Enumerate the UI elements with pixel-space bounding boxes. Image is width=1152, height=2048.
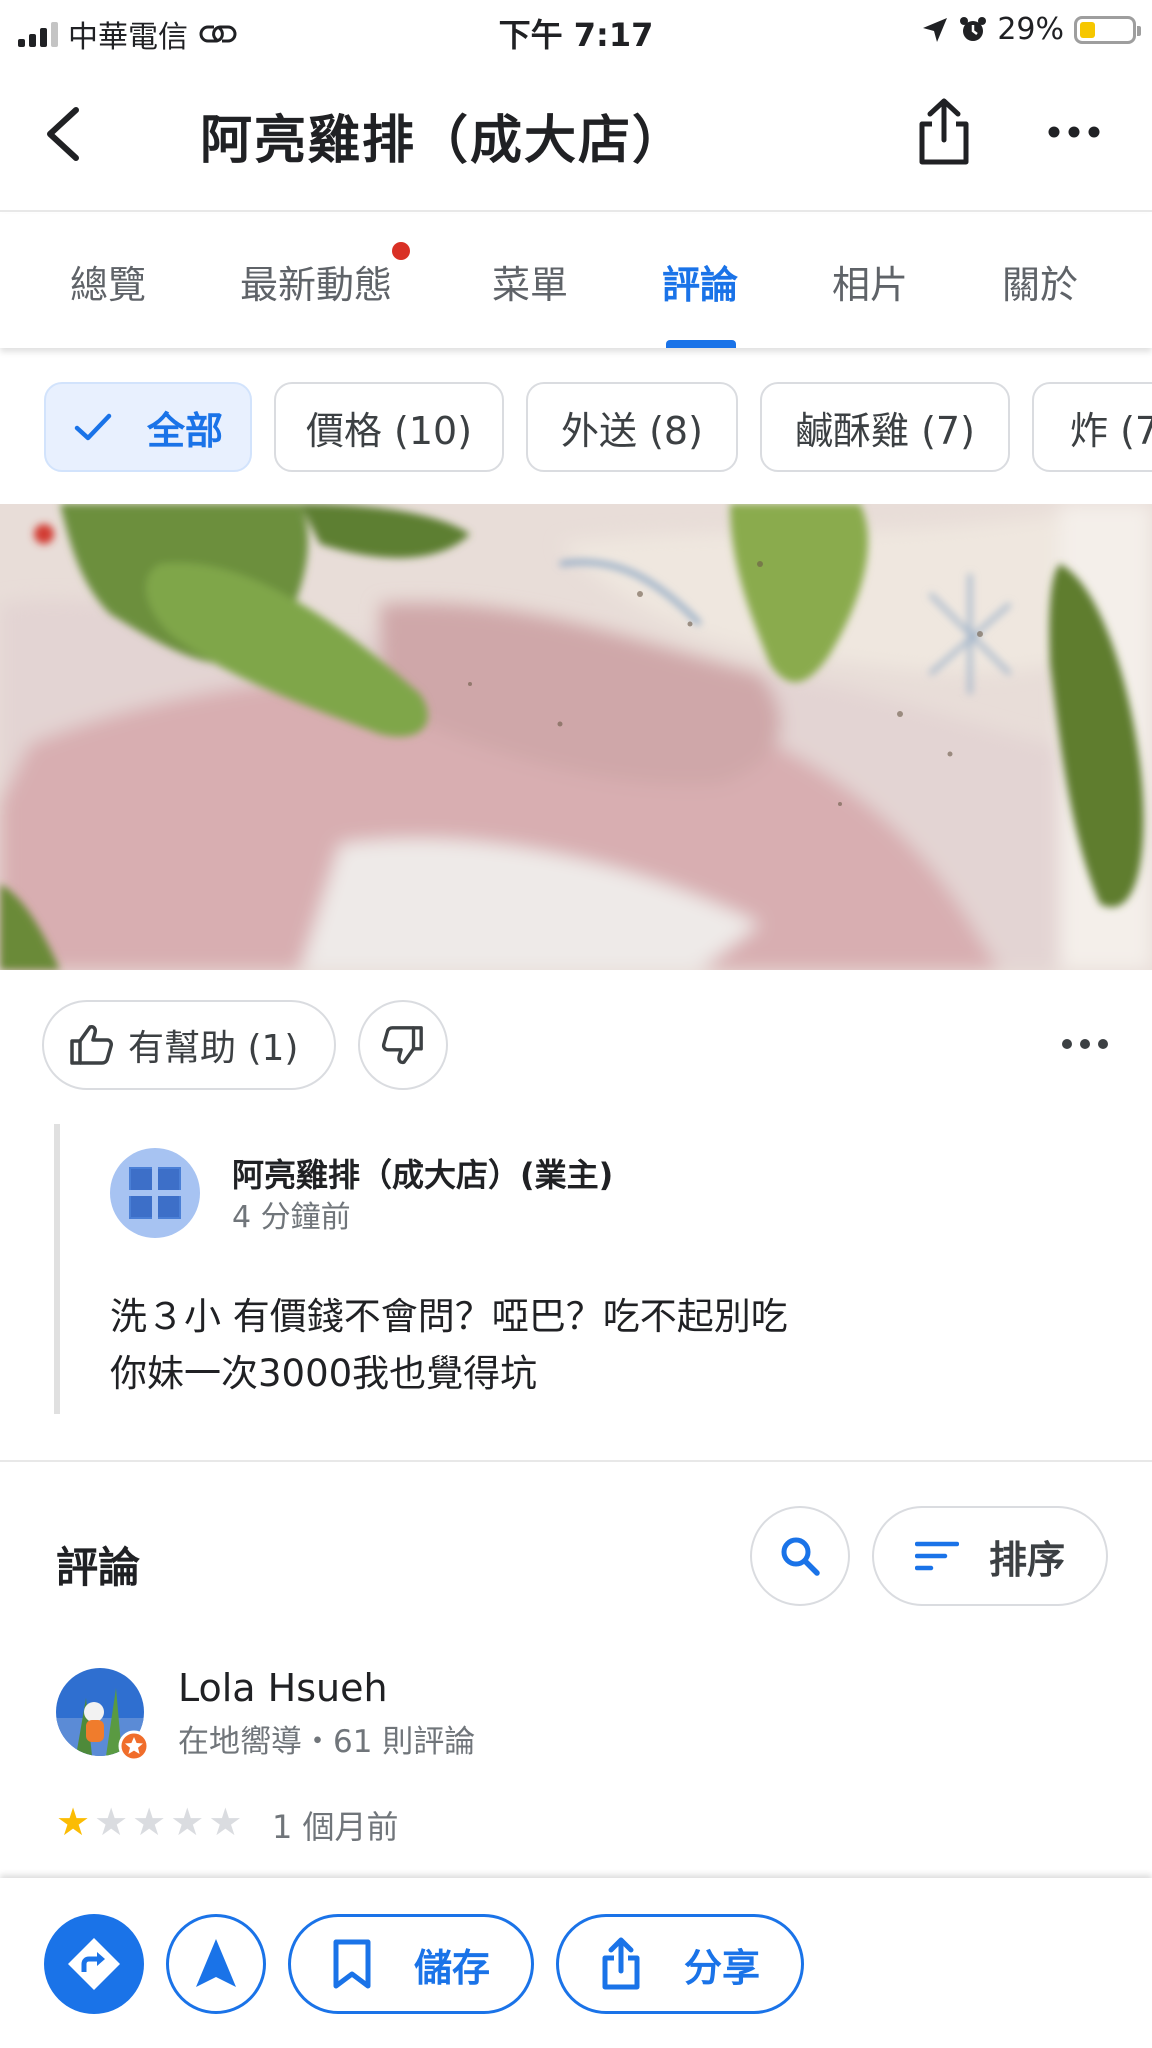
reviewer-avatar[interactable] xyxy=(56,1668,150,1762)
helpful-label: 有幫助 (1) xyxy=(128,1028,299,1069)
more-icon[interactable] xyxy=(1046,120,1102,144)
owner-reply-text: 洗３小 有價錢不會問？啞巴？吃不起別吃 你妹一次3000我也覺得坑 xyxy=(110,1288,788,1402)
share-icon[interactable] xyxy=(912,96,976,168)
chip-price[interactable]: 價格 (10) xyxy=(274,382,504,472)
owner-reply: 阿亮雞排（成大店）(業主) 4 分鐘前 洗３小 有價錢不會問？啞巴？吃不起別吃 … xyxy=(54,1124,1094,1414)
navigation-icon xyxy=(196,1939,236,1987)
battery-percent: 29% xyxy=(997,12,1064,47)
search-icon xyxy=(781,1537,820,1576)
bookmark-icon xyxy=(333,1939,371,1989)
review-more-icon[interactable] xyxy=(1060,1032,1110,1056)
save-button[interactable]: 儲存 xyxy=(288,1914,534,2014)
reviewer-name[interactable]: Lola Hsueh xyxy=(178,1666,388,1710)
thumbs-down-icon xyxy=(381,1026,423,1065)
share-icon xyxy=(602,1937,640,1990)
directions-button[interactable] xyxy=(44,1914,144,2014)
save-label: 儲存 xyxy=(413,1945,490,1990)
notification-dot xyxy=(392,242,410,260)
star-filled-icon: ★ xyxy=(56,1800,91,1844)
back-arrow-icon[interactable] xyxy=(36,104,92,164)
tab-updates[interactable]: 最新動態 xyxy=(240,254,392,309)
star-empty-icon: ★ xyxy=(208,1800,243,1844)
active-tab-indicator xyxy=(666,340,736,348)
alarm-icon xyxy=(960,16,987,41)
bottom-action-bar: 儲存 分享 xyxy=(0,1878,1152,2048)
sort-label: 排序 xyxy=(988,1537,1065,1582)
chip-fried[interactable]: 炸 (7 xyxy=(1032,382,1152,472)
battery-icon xyxy=(1074,15,1141,44)
tab-overview[interactable]: 總覽 xyxy=(70,254,146,309)
directions-icon xyxy=(68,1938,120,1990)
tab-bar: 總覽 最新動態 菜單 評論 相片 關於 xyxy=(0,214,1152,348)
tab-reviews[interactable]: 評論 xyxy=(662,254,738,309)
owner-avatar xyxy=(110,1148,200,1238)
status-bar: 中華電信 下午 7:17 29% xyxy=(0,0,1152,60)
sort-icon xyxy=(914,1541,959,1571)
share-label: 分享 xyxy=(683,1945,760,1990)
local-guide-badge-icon xyxy=(118,1730,150,1762)
reviewer-meta: 在地嚮導・61 則評論 xyxy=(178,1724,476,1760)
search-reviews-button[interactable] xyxy=(750,1506,850,1606)
owner-reply-line: 洗３小 有價錢不會問？啞巴？吃不起別吃 xyxy=(110,1295,788,1338)
owner-name: 阿亮雞排（成大店）(業主) xyxy=(232,1156,614,1194)
tab-about[interactable]: 關於 xyxy=(1002,254,1078,309)
navigation-start-button[interactable] xyxy=(166,1914,266,2014)
star-empty-icon: ★ xyxy=(170,1800,205,1844)
thumbs-up-icon xyxy=(70,1025,113,1065)
page-title: 阿亮雞排（成大店） xyxy=(200,111,687,171)
star-empty-icon: ★ xyxy=(132,1800,167,1844)
location-arrow-icon xyxy=(923,17,948,42)
owner-reply-line: 你妹一次3000我也覺得坑 xyxy=(110,1352,538,1395)
review-photo[interactable] xyxy=(0,504,1152,970)
star-rating: ★ ★ ★ ★ ★ xyxy=(56,1800,242,1844)
review-time: 1 個月前 xyxy=(272,1808,399,1846)
reviews-heading: 評論 xyxy=(56,1543,141,1592)
share-button[interactable]: 分享 xyxy=(556,1914,804,2014)
star-empty-icon: ★ xyxy=(94,1800,129,1844)
chip-popcorn-chicken[interactable]: 鹹酥雞 (7) xyxy=(760,382,1010,472)
owner-reply-time: 4 分鐘前 xyxy=(232,1200,351,1235)
helpful-button[interactable]: 有幫助 (1) xyxy=(42,1000,336,1090)
section-divider xyxy=(0,1460,1152,1462)
filter-chips: 全部 價格 (10) 外送 (8) 鹹酥雞 (7) 炸 (7 xyxy=(0,348,1152,504)
checkmark-icon xyxy=(74,413,112,441)
chip-label: 全部 xyxy=(146,408,223,453)
chip-all[interactable]: 全部 xyxy=(44,382,252,472)
not-helpful-button[interactable] xyxy=(358,1000,448,1090)
sort-button[interactable]: 排序 xyxy=(872,1506,1108,1606)
tab-menu[interactable]: 菜單 xyxy=(492,254,568,309)
tab-photos[interactable]: 相片 xyxy=(832,254,908,309)
app-header: 阿亮雞排（成大店） xyxy=(0,60,1152,212)
chip-delivery[interactable]: 外送 (8) xyxy=(526,382,738,472)
